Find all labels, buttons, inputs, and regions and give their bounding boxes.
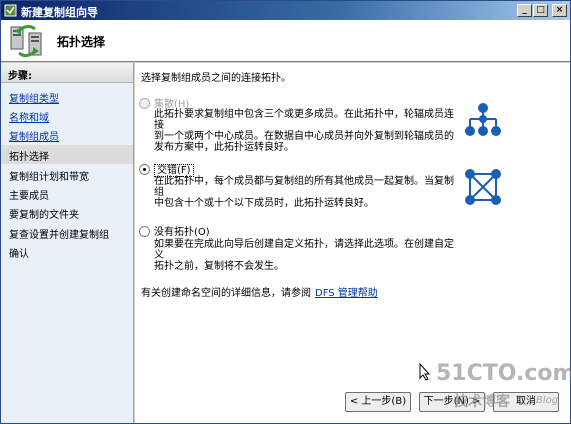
dfs-help-link[interactable]: DFS 管理帮助 <box>315 288 378 299</box>
full-mesh-description: 在此拓扑中，每个成员都与复制组的所有其他成员一起复制。当复制组 中包含十个或十个… <box>154 176 462 209</box>
no-topology-radio[interactable]: 没有拓扑(O) <box>139 223 210 238</box>
wizard-header: 拓扑选择 <box>1 20 570 62</box>
help-line: 有关创建命名空间的详细信息，请参阅 DFS 管理帮助 <box>141 284 378 299</box>
title-bar[interactable]: 新建复制组向导 _ □ × <box>1 1 570 20</box>
step-primary-member: 主要成员 <box>9 191 49 202</box>
full-mesh-icon <box>465 169 501 205</box>
maximize-button[interactable]: □ <box>533 4 548 17</box>
radio-circle[interactable] <box>139 226 150 237</box>
mouse-cursor-icon <box>419 363 431 381</box>
radio-circle <box>139 98 150 109</box>
step-confirmation: 确认 <box>9 249 29 260</box>
wizard-app-icon <box>4 4 17 17</box>
desc-line: 到一个或两个中心成员。在数据自中心成员并向外复制到轮辐成员的 <box>154 131 454 142</box>
minimize-button[interactable]: _ <box>517 4 532 17</box>
content-panel: 选择复制组成员之间的连接拓扑。 集散(H) 此拓扑要求复制组中包含三个或更多成员… <box>135 63 570 383</box>
step-name-and-domain[interactable]: 名称和域 <box>1 106 133 125</box>
button-bar: < 上一步(B) 下一步(N) > 取消 <box>135 383 570 423</box>
steps-heading-bar: 步骤: <box>1 63 133 83</box>
hub-spoke-icon <box>465 103 501 136</box>
close-button[interactable]: × <box>552 4 567 17</box>
step-replication-group-type[interactable]: 复制组类型 <box>1 87 133 106</box>
desc-line: 此拓扑要求复制组中包含三个或更多成员。在此拓扑中，轮辐成员连接 <box>154 109 454 131</box>
step-group-members[interactable]: 复制组成员 <box>1 125 133 144</box>
desc-line: 发布方案中，此拓扑运转良好。 <box>154 142 294 153</box>
hub-spoke-description: 此拓扑要求复制组中包含三个或更多成员。在此拓扑中，轮辐成员连接 到一个或两个中心… <box>154 109 462 153</box>
steps-sidebar: 步骤: 复制组类型 名称和域 复制组成员 拓扑选择 复制组计划和带宽 主要成员 … <box>1 63 134 423</box>
desc-line: 中包含十个或十个以下成员时，此拓扑运转良好。 <box>154 198 374 209</box>
step-schedule-bandwidth: 复制组计划和带宽 <box>9 172 89 183</box>
steps-heading: 步骤: <box>8 71 32 82</box>
step-folders-to-replicate: 要复制的文件夹 <box>9 210 79 221</box>
wizard-window: 新建复制组向导 _ □ × 拓扑选择 步骤: 复制组类型 名称和域 复制组成员 … <box>0 0 571 424</box>
full-mesh-radio[interactable]: 交错(F) <box>139 161 194 177</box>
intro-text: 选择复制组成员之间的连接拓扑。 <box>141 73 291 84</box>
hub-spoke-radio: 集散(H) <box>139 95 189 110</box>
no-topology-description: 如果要在完成此向导后创建自定义拓扑，请选择此选项。在创建自定义 拓扑之前，复制将… <box>154 239 462 272</box>
desc-line: 如果要在完成此向导后创建自定义拓扑，请选择此选项。在创建自定义 <box>154 239 454 261</box>
help-text: 有关创建命名空间的详细信息，请参阅 <box>141 288 311 299</box>
desc-line: 拓扑之前，复制将不会发生。 <box>154 261 284 272</box>
no-topology-label[interactable]: 没有拓扑(O) <box>154 227 210 238</box>
cancel-button[interactable]: 取消 <box>493 392 559 412</box>
radio-circle[interactable] <box>139 164 150 175</box>
back-button[interactable]: < 上一步(B) <box>345 392 411 412</box>
desc-line: 在此拓扑中，每个成员都与复制组的所有其他成员一起复制。当复制组 <box>154 176 454 198</box>
window-title: 新建复制组向导 <box>21 6 98 19</box>
page-title: 拓扑选择 <box>57 35 106 49</box>
replication-group-icon <box>10 24 42 58</box>
step-review-settings: 复查设置并创建复制组 <box>9 230 109 241</box>
step-topology-selection: 拓扑选择 <box>1 145 133 164</box>
next-button[interactable]: 下一步(N) > <box>419 392 485 412</box>
